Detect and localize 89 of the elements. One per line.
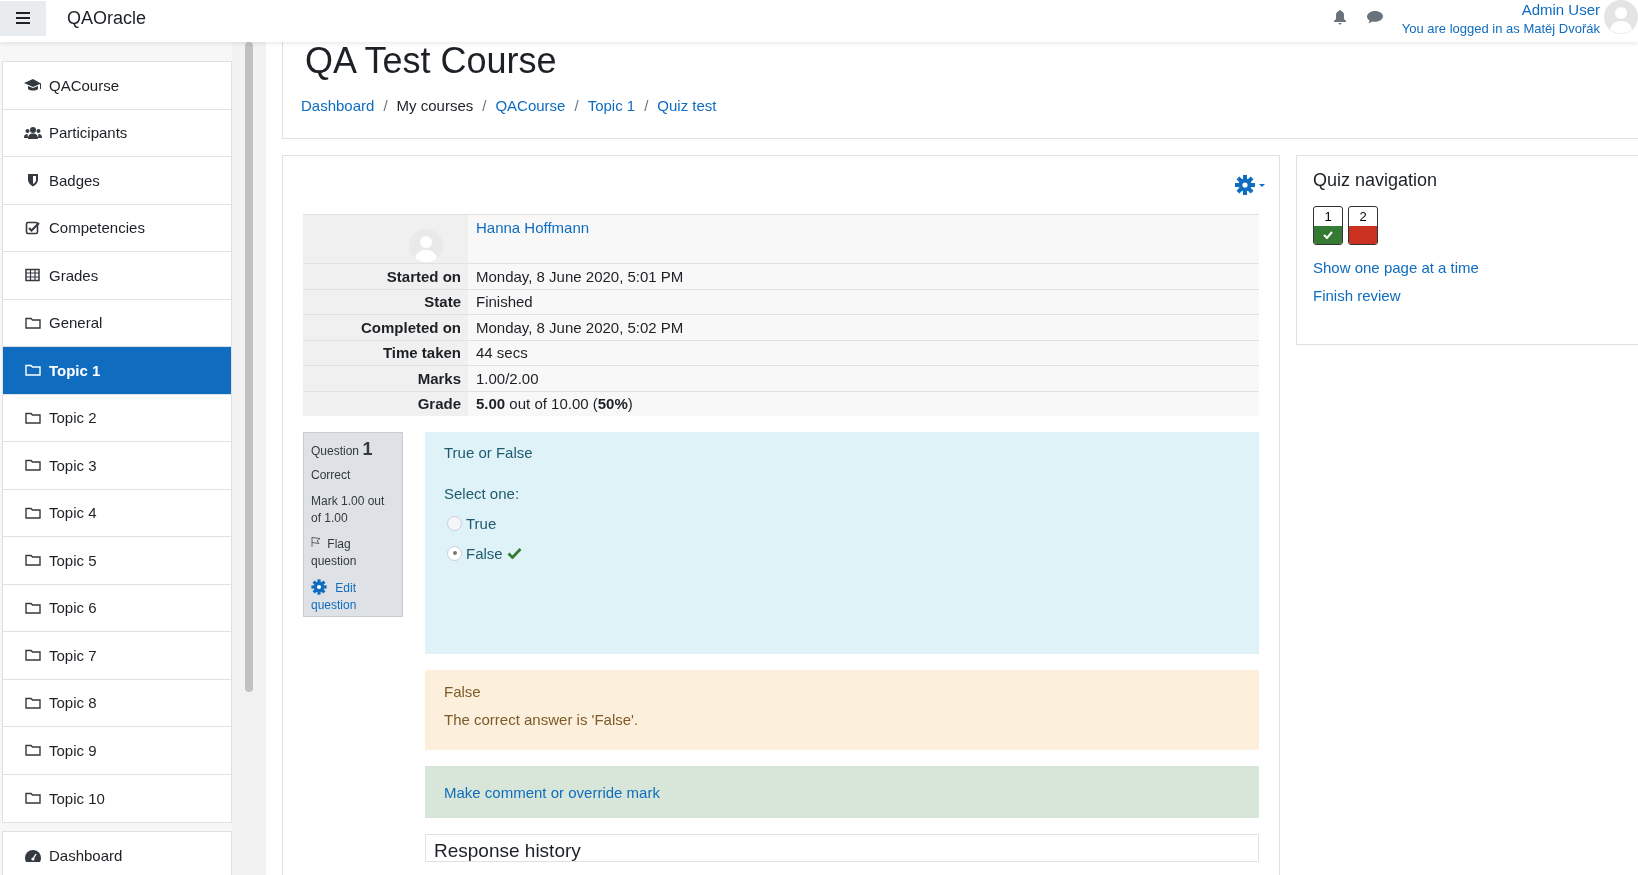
student-name-link[interactable]: Hanna Hoffmann	[476, 219, 590, 236]
answer-option-label[interactable]: True	[466, 514, 497, 532]
quiz-navigation-title: Quiz navigation	[1313, 170, 1439, 191]
summary-label: State	[424, 293, 461, 311]
feedback-title: False	[444, 683, 482, 700]
folder-icon	[24, 695, 42, 710]
edit-question-link[interactable]: Edit question	[311, 579, 395, 614]
folder-icon	[24, 410, 42, 425]
summary-label: Started on	[386, 267, 461, 285]
folder-icon	[24, 600, 42, 615]
sidebar-item[interactable]: QACourse	[3, 62, 232, 110]
sidebar-item[interactable]: Topic 2	[3, 394, 232, 442]
folder-icon	[24, 315, 42, 330]
folder-icon	[24, 458, 42, 473]
menu-icon	[16, 12, 30, 24]
chat-bubble-icon[interactable]	[1365, 9, 1384, 25]
user-name-link[interactable]: Admin User	[1521, 0, 1600, 20]
question-nav-button[interactable]: 1	[1313, 206, 1343, 245]
quiz-nav-link[interactable]: Finish review	[1313, 287, 1401, 304]
summary-value: 5.00 out of 10.00 (50%)	[476, 395, 633, 413]
radio-button[interactable]	[447, 545, 462, 561]
breadcrumb-link[interactable]: Topic 1	[587, 97, 636, 114]
flag-question-link[interactable]: Flag question	[311, 536, 395, 570]
question-label: Question	[311, 444, 360, 458]
question-mark: Mark 1.00 out of 1.00	[311, 493, 386, 527]
gauge-icon	[24, 848, 42, 863]
sidebar-item[interactable]: Topic 1	[3, 347, 232, 395]
summary-value: Monday, 8 June 2020, 5:02 PM	[476, 318, 684, 336]
sidebar-item[interactable]: Competencies	[3, 204, 232, 252]
sidebar-item[interactable]: Topic 4	[3, 489, 232, 537]
answer-option-label[interactable]: False	[466, 544, 503, 562]
logged-in-link[interactable]: You are logged in as Matěj Dvořák	[1401, 20, 1600, 38]
settings-icon	[1235, 175, 1265, 195]
sidebar-item[interactable]: Topic 8	[3, 679, 232, 727]
folder-icon	[24, 791, 42, 806]
notification-bell-icon[interactable]	[1331, 9, 1348, 25]
checkbox-icon	[24, 220, 42, 235]
breadcrumb-link[interactable]: QACourse	[495, 97, 566, 114]
summary-value: 1.00/2.00	[476, 369, 539, 387]
sidebar-item[interactable]: Participants	[3, 109, 232, 157]
breadcrumb-separator: /	[383, 97, 388, 114]
question-text: True or False	[444, 444, 534, 461]
summary-label: Completed on	[361, 318, 461, 336]
radio-button[interactable]	[447, 515, 462, 531]
folder-icon	[24, 553, 42, 568]
sidebar-item[interactable]: Topic 5	[3, 537, 232, 585]
sidebar-item[interactable]: Badges	[3, 157, 232, 205]
breadcrumb-link[interactable]: Dashboard	[301, 97, 375, 114]
quiz-nav-link[interactable]: Show one page at a time	[1313, 259, 1479, 276]
question-number: 1	[362, 439, 373, 459]
menu-button[interactable]	[0, 0, 46, 36]
site-name[interactable]: QAOracle	[67, 7, 147, 29]
scrollbar-thumb[interactable]	[245, 42, 254, 692]
summary-value: Monday, 8 June 2020, 5:01 PM	[476, 267, 684, 285]
checkmark-icon	[1323, 231, 1333, 239]
sidebar-item[interactable]: Topic 6	[3, 584, 232, 632]
question-nav-button[interactable]: 2	[1348, 206, 1378, 245]
folder-icon	[24, 648, 42, 663]
breadcrumb-separator: /	[482, 97, 487, 114]
correct-answer-text: The correct answer is 'False'.	[444, 711, 640, 728]
folder-icon	[24, 505, 42, 520]
settings-icon	[311, 579, 327, 595]
sidebar-item[interactable]: Topic 10	[3, 774, 232, 822]
breadcrumb-item: My courses	[396, 97, 474, 114]
comment-override-link[interactable]: Make comment or override mark	[444, 783, 660, 801]
summary-label: Grade	[417, 395, 461, 413]
response-history-title: Response history	[434, 840, 581, 861]
breadcrumb-link[interactable]: Quiz test	[657, 97, 717, 114]
sidebar-item[interactable]: Grades	[3, 252, 232, 300]
sidebar-item[interactable]: Topic 7	[3, 632, 232, 680]
question-status: Correct	[311, 467, 352, 484]
graduation-cap-icon	[24, 78, 42, 93]
course-title: QA Test Course	[305, 39, 558, 83]
users-icon	[24, 125, 42, 140]
answer-prompt: Select one:	[444, 485, 521, 502]
table-icon	[24, 268, 42, 283]
summary-value: Finished	[476, 293, 533, 311]
folder-icon	[24, 743, 42, 758]
breadcrumb-separator: /	[644, 97, 649, 114]
summary-value: 44 secs	[476, 344, 528, 362]
flag-icon	[311, 536, 321, 548]
summary-label: Time taken	[382, 344, 461, 362]
summary-label: Marks	[417, 369, 461, 387]
folder-icon	[24, 363, 42, 378]
sidebar-item[interactable]: Topic 3	[3, 442, 232, 490]
breadcrumb-separator: /	[574, 97, 579, 114]
settings-menu-button[interactable]	[1235, 175, 1265, 195]
sidebar-item[interactable]: Topic 9	[3, 727, 232, 775]
sidebar-item[interactable]: Dashboard	[3, 832, 232, 875]
